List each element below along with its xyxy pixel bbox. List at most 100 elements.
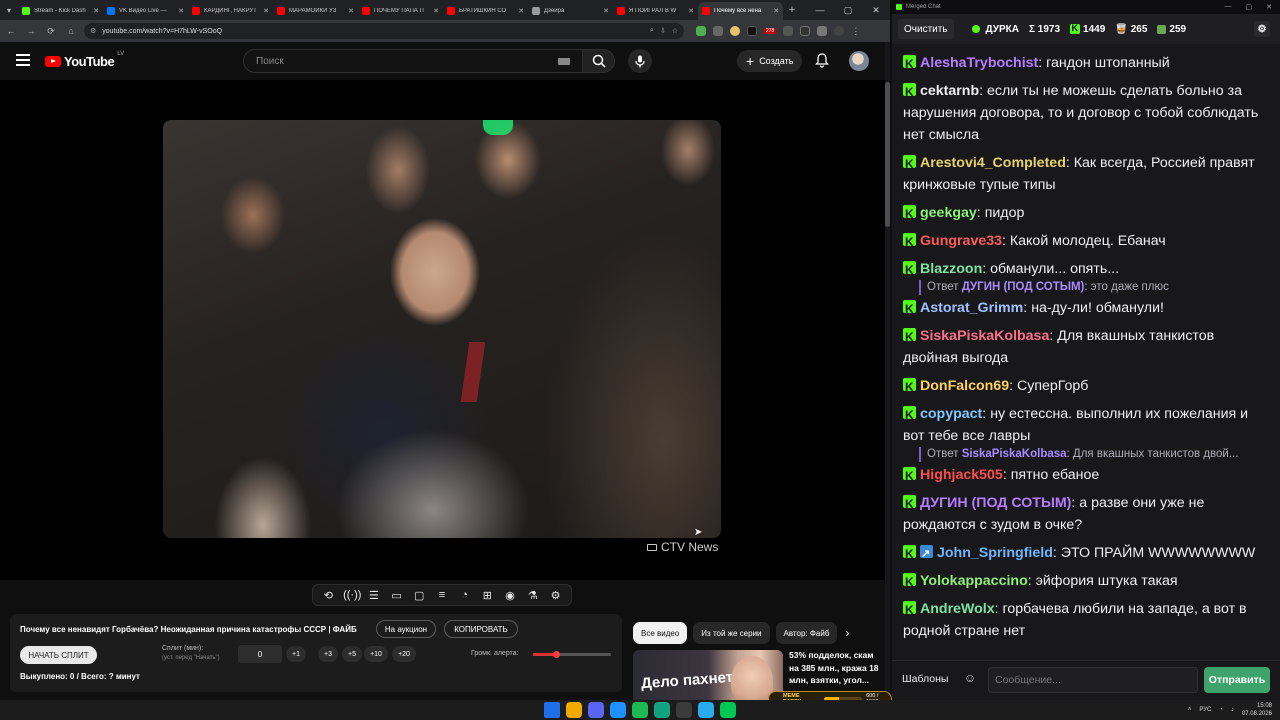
player-tool-icon[interactable]: ◔ [457,589,473,601]
chat-username[interactable]: Highjack505 [920,467,1003,483]
chat-username[interactable]: Arestovi4_Completed [920,155,1066,171]
taskbar-app-icon[interactable] [720,702,736,718]
tab-close-icon[interactable]: ✕ [688,7,694,15]
clock[interactable]: 15:08 07.08.2026 [1242,702,1272,718]
tab-close-icon[interactable]: ✕ [348,7,354,15]
taskbar-app-icon[interactable] [654,702,670,718]
split-increment-button[interactable]: +20 [392,646,416,662]
youtube-logo[interactable]: YouTube LV [45,51,124,69]
browser-tab[interactable]: Stream - Kick Dash ✕ [18,2,103,20]
chat-username[interactable]: Gungrave33 [920,233,1002,249]
reply-username[interactable]: SiskaPiskaKolbasa [962,448,1067,460]
tab-close-icon[interactable]: ✕ [263,7,269,15]
extension-icon[interactable] [713,26,723,36]
download-icon[interactable] [800,26,811,36]
minimize-icon[interactable]: — [806,5,834,16]
keyboard-icon[interactable] [558,57,570,65]
search-input[interactable]: Поиск [243,49,583,73]
chat-username[interactable]: copypact [920,406,982,422]
maximize-icon[interactable]: ▢ [834,5,862,16]
split-minutes-input[interactable]: 0 [238,645,282,663]
filter-chip[interactable]: Все видео [633,622,688,644]
chat-username[interactable]: Blazzoon [920,261,982,277]
alert-volume-slider[interactable] [533,651,611,658]
tab-close-icon[interactable]: ✕ [518,7,524,15]
chat-settings-icon[interactable]: ⚙ [1254,21,1270,37]
browser-tab[interactable]: Я ПОИГРАЛ В W ✕ [613,2,698,20]
zoom-icon[interactable]: ⌕ [650,27,654,35]
site-info-icon[interactable]: ⚙ [90,27,96,35]
split-increment-button[interactable]: +10 [364,646,388,662]
language-indicator[interactable]: РУС [1199,707,1211,713]
sidepanel-icon[interactable] [817,26,828,36]
notifications-button[interactable] [815,53,829,73]
profile-icon[interactable] [834,26,845,36]
taskbar-app-icon[interactable] [544,702,560,718]
browser-tab[interactable]: КАРДИНГ, НАКРУТ ✕ [188,2,273,20]
tab-close-icon[interactable]: ✕ [433,7,439,15]
extension-icon[interactable] [730,26,740,36]
player-tool-icon[interactable]: ⟲ [320,589,336,602]
templates-button[interactable]: Шаблоны [902,673,948,685]
browser-tab[interactable]: VK Видео Live — ✕ [103,2,188,20]
copy-button[interactable]: КОПИРОВАТЬ [444,620,518,638]
tab-close-icon[interactable]: ✕ [603,7,609,15]
split-increment-button[interactable]: +3 [318,646,338,662]
filter-chip[interactable]: Автор: Файб [775,622,838,644]
chat-username[interactable]: AleshaTrybochist [920,55,1038,71]
taskbar-app-icon[interactable] [588,702,604,718]
browser-tab[interactable]: Дзейра ✕ [528,2,613,20]
chat-username[interactable]: Yolokappaccino [920,573,1028,589]
split-increment-button[interactable]: +1 [286,646,306,662]
player-tool-icon[interactable]: ☰ [366,589,382,602]
search-button[interactable] [583,49,615,73]
player-tool-icon[interactable]: ▭ [389,589,405,602]
player-tool-icon[interactable]: ≡ [434,589,450,601]
tab-close-icon[interactable]: ✕ [93,7,99,15]
close-window-icon[interactable]: ✕ [1266,3,1272,11]
taskbar-app-icon[interactable] [698,702,714,718]
split-increment-button[interactable]: +5 [342,646,362,662]
chat-username[interactable]: AndreWolx [920,601,995,617]
create-button[interactable]: + Создать [737,50,803,72]
network-icon[interactable]: ◔ [1219,707,1223,713]
taskbar-app-icon[interactable] [566,702,582,718]
send-button[interactable]: Отправить [1204,667,1270,693]
to-auction-button[interactable]: На аукцион [376,620,436,638]
tab-close-icon[interactable]: ✕ [773,7,779,15]
chat-username[interactable]: cektarnb [920,83,979,99]
minimize-icon[interactable]: — [1225,3,1232,11]
maximize-icon[interactable]: ▢ [1246,3,1253,11]
install-icon[interactable]: ⇩ [660,27,666,35]
tray-chevron-icon[interactable]: ˄ [1188,707,1192,713]
reload-icon[interactable]: ⟳ [44,26,58,37]
volume-icon[interactable]: ♪ [1231,707,1234,713]
chat-username[interactable]: Astorat_Grimm [920,300,1023,316]
forward-icon[interactable]: → [24,26,38,36]
reply-username[interactable]: ДУГИН (ПОД СОТЫМ) [962,281,1085,293]
video-player[interactable]: CTV News [0,80,885,580]
page-scrollbar[interactable] [885,42,890,700]
message-input[interactable] [988,667,1198,693]
taskbar-app-icon[interactable] [676,702,692,718]
emoji-icon[interactable]: ☺ [960,671,980,691]
browser-menu-icon[interactable]: ⋮ [851,26,860,37]
clear-chat-button[interactable]: Очистить [898,19,954,39]
chat-username[interactable]: DonFalcon69 [920,378,1009,394]
browser-tab[interactable]: Почему все нена ✕ [698,2,783,20]
extension-icon[interactable] [747,26,757,36]
home-icon[interactable]: ⌂ [64,26,78,36]
player-tool-icon[interactable]: ⚗ [525,589,541,602]
bookmark-star-icon[interactable]: ☆ [672,27,678,35]
back-icon[interactable]: ← [4,26,18,36]
url-field[interactable]: ⚙ youtube.com/watch?v=H7hLW-vSOoQ ⌕ ⇩ ☆ [84,23,684,39]
browser-tab[interactable]: МАРАМОЙКИ УЗ ✕ [273,2,358,20]
browser-tab[interactable]: ПОЧЕМУ ПАПА П ✕ [358,2,443,20]
tab-close-icon[interactable]: ✕ [178,7,184,15]
voice-search-button[interactable] [628,49,652,73]
player-tool-icon[interactable]: ◉ [502,589,518,602]
chat-username[interactable]: geekgay [920,205,977,221]
scrollbar-thumb[interactable] [885,82,890,227]
recommended-video-thumbnail[interactable]: Дело пахнет [633,650,783,700]
extensions-puzzle-icon[interactable] [783,26,794,36]
